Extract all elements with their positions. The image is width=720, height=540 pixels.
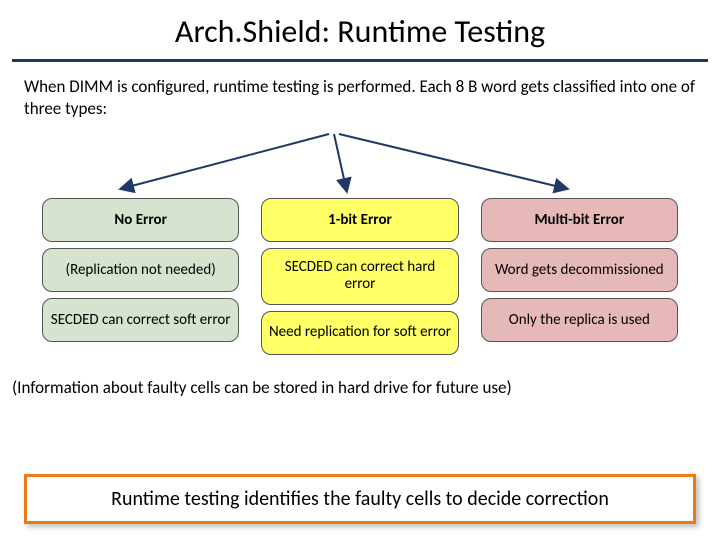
summary-callout: Runtime testing identifies the faulty ce…	[24, 474, 696, 524]
branch-arrows	[24, 128, 696, 198]
footnote-text: (Information about faulty cells can be s…	[0, 355, 720, 398]
cell-1bit-error-1: SECDED can correct hard error	[261, 248, 458, 305]
column-no-error: No Error (Replication not needed) SECDED…	[42, 198, 239, 355]
cell-no-error-1: (Replication not needed)	[42, 248, 239, 292]
column-1bit-error: 1-bit Error SECDED can correct hard erro…	[261, 198, 458, 355]
header-no-error: No Error	[42, 198, 239, 242]
column-multibit-error: Multi-bit Error Word gets decommissioned…	[481, 198, 678, 355]
intro-text: When DIMM is configured, runtime testing…	[0, 76, 720, 128]
classification-grid: No Error (Replication not needed) SECDED…	[0, 198, 720, 355]
cell-1bit-error-2: Need replication for soft error	[261, 311, 458, 355]
cell-multibit-error-2: Only the replica is used	[481, 298, 678, 342]
header-multibit-error: Multi-bit Error	[481, 198, 678, 242]
cell-no-error-2: SECDED can correct soft error	[42, 298, 239, 342]
slide-title: Arch.Shield: Runtime Testing	[0, 0, 720, 59]
header-1bit-error: 1-bit Error	[261, 198, 458, 242]
title-divider	[12, 59, 708, 62]
cell-multibit-error-1: Word gets decommissioned	[481, 248, 678, 292]
